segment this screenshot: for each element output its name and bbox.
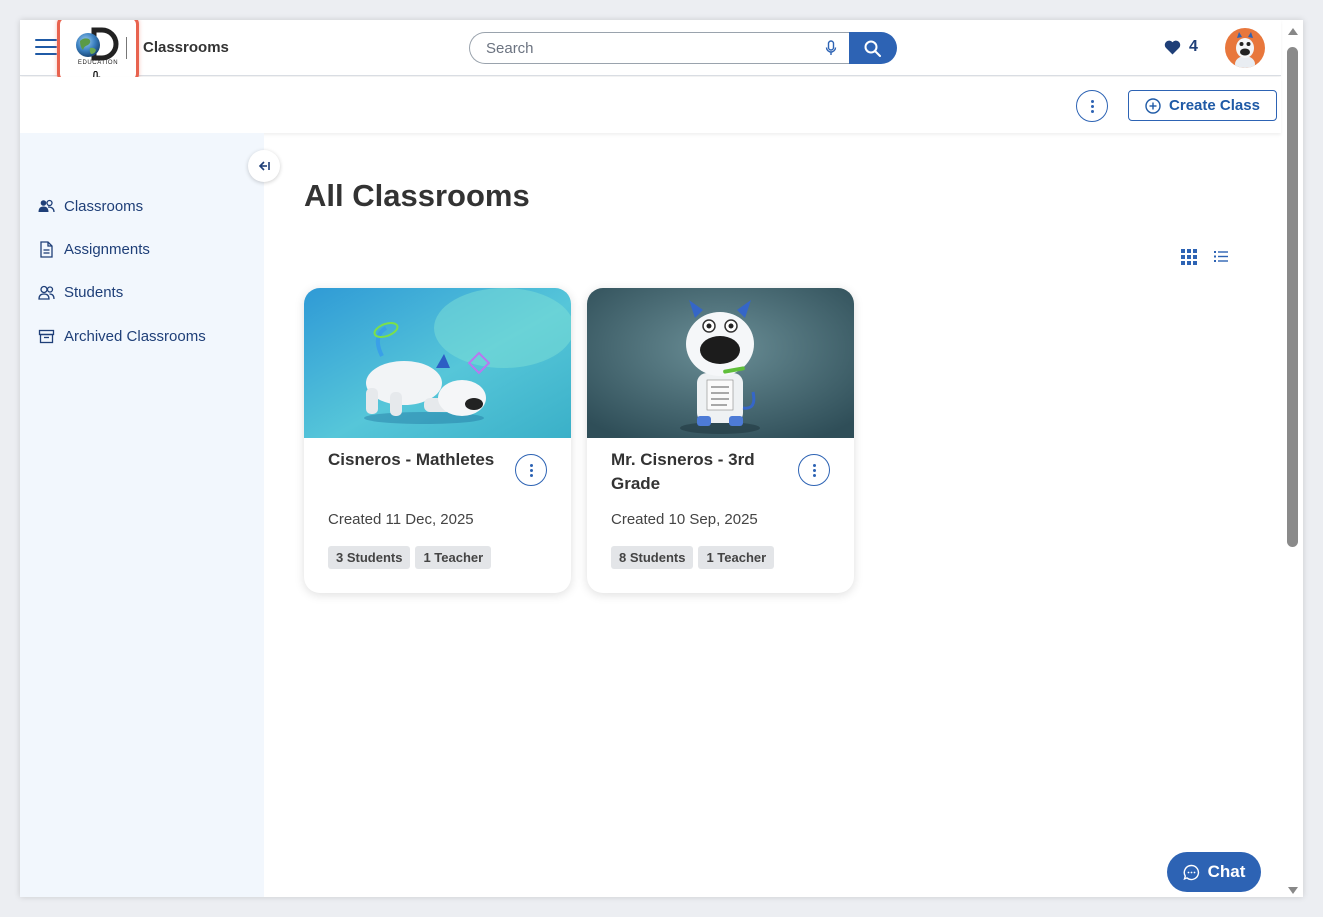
chat-label: Chat <box>1207 862 1246 881</box>
sidebar-item-label: Archived Classrooms <box>64 327 206 345</box>
robot-dog-avatar-icon <box>1235 32 1255 68</box>
classrooms-icon <box>38 199 55 213</box>
create-class-button[interactable]: Create Class <box>1128 90 1277 121</box>
sidebar-item-label: Assignments <box>64 240 150 258</box>
students-icon <box>38 285 55 300</box>
classroom-cover-image <box>587 288 854 438</box>
avatar[interactable] <box>1225 28 1265 68</box>
classroom-badges: 8 Students 1 Teacher <box>611 546 775 569</box>
classroom-options-button[interactable] <box>515 454 547 486</box>
globe-icon <box>76 27 119 61</box>
sidebar-item-label: Students <box>64 283 124 301</box>
more-vertical-icon <box>530 464 533 479</box>
classroom-cover-image <box>304 288 571 438</box>
classroom-title: Mr. Cisneros - 3rd Grade <box>611 450 755 493</box>
list-view-icon[interactable] <box>1214 251 1228 262</box>
scroll-up-arrow-icon[interactable] <box>1288 28 1298 35</box>
logo-divider <box>126 37 127 59</box>
sidebar: Classrooms Assignments Students Archived… <box>20 133 264 897</box>
teachers-count-badge: 1 Teacher <box>698 546 775 569</box>
action-toolbar: Create Class <box>20 77 1281 133</box>
grid-view-icon[interactable] <box>1181 249 1197 265</box>
top-header: EDUCATION Classrooms 4 <box>20 20 1281 82</box>
search-bar <box>469 32 897 64</box>
hearts-count: 4 <box>1189 38 1198 55</box>
search-input[interactable] <box>469 32 853 64</box>
classroom-title: Cisneros - Mathletes <box>328 450 495 469</box>
sidebar-item-classrooms[interactable]: Classrooms <box>38 195 143 217</box>
chat-bubble-icon <box>1183 864 1199 880</box>
scrollbar-thumb[interactable] <box>1287 47 1298 547</box>
logo-label: EDUCATION <box>77 60 119 66</box>
sidebar-item-assignments[interactable]: Assignments <box>38 238 150 260</box>
classroom-card[interactable]: Mr. Cisneros - 3rd Grade Created 10 Sep,… <box>587 288 854 593</box>
more-vertical-icon <box>1091 100 1094 115</box>
collapse-left-icon <box>258 161 270 171</box>
assignments-icon <box>40 240 53 258</box>
classroom-badges: 3 Students 1 Teacher <box>328 546 492 569</box>
heart-icon <box>1164 40 1181 54</box>
sidebar-item-archived-classrooms[interactable]: Archived Classrooms <box>38 325 206 347</box>
search-icon <box>864 40 881 57</box>
classroom-options-button[interactable] <box>798 454 830 486</box>
menu-icon[interactable] <box>35 39 57 55</box>
more-vertical-icon <box>813 464 816 479</box>
page-scrollbar[interactable] <box>1283 20 1303 897</box>
classroom-created-date: Created 11 Dec, 2025 <box>328 511 474 528</box>
chat-button[interactable]: Chat <box>1167 852 1261 892</box>
search-button[interactable] <box>849 32 897 64</box>
collapse-sidebar-button[interactable] <box>248 150 280 182</box>
sidebar-item-label: Classrooms <box>64 197 144 215</box>
app-window: EDUCATION Classrooms 4 <box>20 20 1303 897</box>
microphone-icon[interactable] <box>825 40 837 56</box>
classroom-card[interactable]: Cisneros - Mathletes Created 11 Dec, 202… <box>304 288 571 593</box>
students-count-badge: 8 Students <box>611 546 694 569</box>
plus-circle-icon <box>1145 97 1161 114</box>
page-title: All Classrooms <box>304 178 530 213</box>
more-options-button[interactable] <box>1076 90 1108 122</box>
teachers-count-badge: 1 Teacher <box>415 546 492 569</box>
scroll-down-arrow-icon[interactable] <box>1288 887 1298 894</box>
create-class-label: Create Class <box>1169 97 1260 114</box>
students-count-badge: 3 Students <box>328 546 411 569</box>
hearts-counter[interactable]: 4 <box>1164 38 1198 56</box>
sidebar-item-students[interactable]: Students <box>38 281 123 303</box>
archive-icon <box>38 329 55 343</box>
classroom-created-date: Created 10 Sep, 2025 <box>611 511 758 528</box>
page-section-title: Classrooms <box>143 39 229 56</box>
